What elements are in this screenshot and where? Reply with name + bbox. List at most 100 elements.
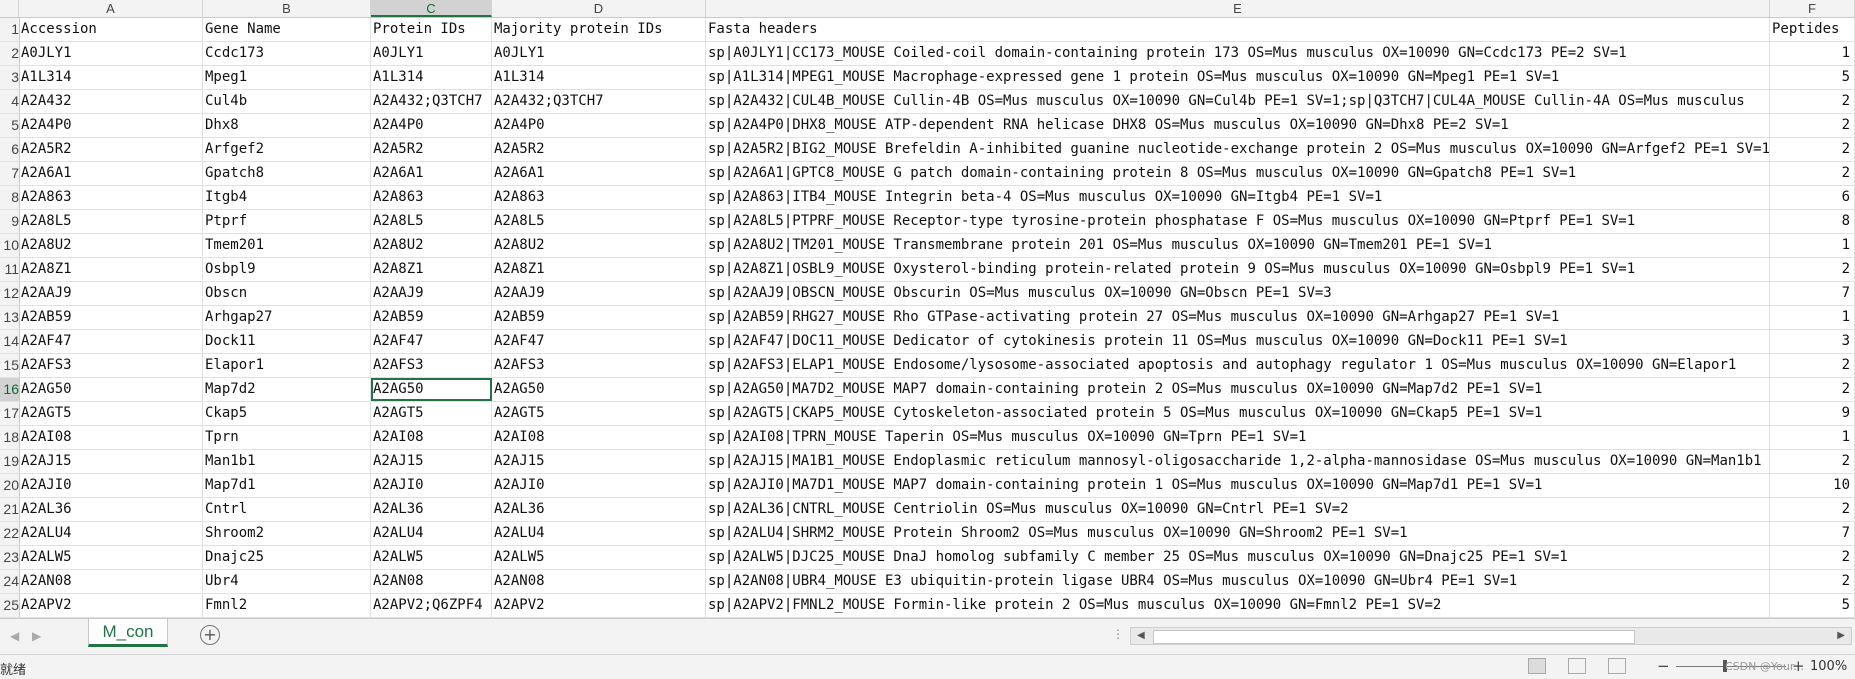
row-number[interactable]: 24 — [0, 570, 20, 593]
row-number[interactable]: 21 — [0, 498, 20, 521]
table-cell[interactable]: A2A6A1 — [492, 162, 706, 185]
table-cell[interactable]: Gpatch8 — [203, 162, 371, 185]
table-cell[interactable]: A2AI08 — [371, 426, 492, 449]
table-cell[interactable]: A2A6A1 — [371, 162, 492, 185]
table-cell[interactable]: A2A5R2 — [19, 138, 203, 161]
row-number[interactable]: 16 — [0, 378, 20, 401]
table-cell[interactable]: 2 — [1770, 90, 1855, 113]
column-header-c[interactable]: C — [371, 0, 492, 17]
table-cell[interactable]: 1 — [1770, 42, 1855, 65]
table-cell[interactable]: A2AN08 — [19, 570, 203, 593]
table-cell[interactable]: Ccdc173 — [203, 42, 371, 65]
table-cell[interactable]: 2 — [1770, 378, 1855, 401]
row-number[interactable]: 19 — [0, 450, 20, 473]
header-cell[interactable]: Majority protein IDs — [492, 18, 706, 41]
table-cell[interactable]: 5 — [1770, 66, 1855, 89]
table-cell[interactable]: A2APV2 — [492, 594, 706, 617]
table-cell[interactable]: A2A4P0 — [371, 114, 492, 137]
table-cell[interactable]: A2A4P0 — [492, 114, 706, 137]
table-cell[interactable]: 9 — [1770, 402, 1855, 425]
table-cell[interactable]: sp|A2A863|ITB4_MOUSE Integrin beta-4 OS=… — [706, 186, 1770, 209]
column-header-e[interactable]: E — [706, 0, 1770, 17]
table-cell[interactable]: 8 — [1770, 210, 1855, 233]
table-cell[interactable]: A2AJ15 — [371, 450, 492, 473]
table-cell[interactable]: A2A8L5 — [492, 210, 706, 233]
column-header-f[interactable]: F — [1770, 0, 1855, 17]
table-cell[interactable]: A2AN08 — [371, 570, 492, 593]
table-cell[interactable]: A2AF47 — [371, 330, 492, 353]
row-number[interactable]: 25 — [0, 594, 20, 617]
table-cell[interactable]: 3 — [1770, 330, 1855, 353]
table-cell[interactable]: Osbpl9 — [203, 258, 371, 281]
row-number[interactable]: 4 — [0, 90, 20, 113]
table-cell[interactable]: sp|A2AB59|RHG27_MOUSE Rho GTPase-activat… — [706, 306, 1770, 329]
row-number[interactable]: 22 — [0, 522, 20, 545]
table-cell[interactable]: Dhx8 — [203, 114, 371, 137]
header-cell[interactable]: Accession — [19, 18, 203, 41]
table-cell[interactable]: sp|A2AJ15|MA1B1_MOUSE Endoplasmic reticu… — [706, 450, 1770, 473]
table-cell[interactable]: Ckap5 — [203, 402, 371, 425]
table-cell[interactable]: Dnajc25 — [203, 546, 371, 569]
table-cell[interactable]: sp|A2A8Z1|OSBL9_MOUSE Oxysterol-binding … — [706, 258, 1770, 281]
table-cell[interactable]: A2A8Z1 — [19, 258, 203, 281]
table-cell[interactable]: Dock11 — [203, 330, 371, 353]
table-cell[interactable]: Obscn — [203, 282, 371, 305]
header-cell[interactable]: Gene Name — [203, 18, 371, 41]
table-cell[interactable]: A2AJI0 — [371, 474, 492, 497]
table-cell[interactable]: A2A8U2 — [19, 234, 203, 257]
table-cell[interactable]: A2ALU4 — [492, 522, 706, 545]
table-cell[interactable]: 1 — [1770, 426, 1855, 449]
table-cell[interactable]: A2ALU4 — [19, 522, 203, 545]
row-number[interactable]: 5 — [0, 114, 20, 137]
zoom-out-icon[interactable]: − — [1657, 657, 1670, 675]
column-header-a[interactable]: A — [19, 0, 203, 17]
table-cell[interactable]: A2ALW5 — [19, 546, 203, 569]
row-number[interactable]: 2 — [0, 42, 20, 65]
row-number[interactable]: 6 — [0, 138, 20, 161]
row-number[interactable]: 23 — [0, 546, 20, 569]
table-cell[interactable]: A2A863 — [492, 186, 706, 209]
table-cell[interactable]: sp|A2AI08|TPRN_MOUSE Taperin OS=Mus musc… — [706, 426, 1770, 449]
table-cell[interactable]: 2 — [1770, 546, 1855, 569]
page-layout-view-icon[interactable] — [1568, 658, 1586, 674]
table-cell[interactable]: A2A8U2 — [371, 234, 492, 257]
table-cell[interactable]: A2A8L5 — [19, 210, 203, 233]
active-cell[interactable]: A2AG50 — [371, 378, 492, 401]
table-cell[interactable]: Map7d2 — [203, 378, 371, 401]
table-cell[interactable]: sp|A2ALW5|DJC25_MOUSE DnaJ homolog subfa… — [706, 546, 1770, 569]
table-cell[interactable]: A2ALW5 — [492, 546, 706, 569]
table-cell[interactable]: A2AB59 — [492, 306, 706, 329]
row-number[interactable]: 14 — [0, 330, 20, 353]
table-cell[interactable]: A2AI08 — [492, 426, 706, 449]
table-cell[interactable]: Arhgap27 — [203, 306, 371, 329]
table-cell[interactable]: A2ALU4 — [371, 522, 492, 545]
table-cell[interactable]: A2A432;Q3TCH7 — [371, 90, 492, 113]
table-cell[interactable]: A2AF47 — [19, 330, 203, 353]
table-cell[interactable]: A2AG50 — [19, 378, 203, 401]
table-cell[interactable]: A2AJ15 — [492, 450, 706, 473]
table-cell[interactable]: 2 — [1770, 114, 1855, 137]
header-cell[interactable]: Peptides — [1770, 18, 1855, 41]
table-cell[interactable]: sp|A2A432|CUL4B_MOUSE Cullin-4B OS=Mus m… — [706, 90, 1770, 113]
table-cell[interactable]: 6 — [1770, 186, 1855, 209]
tab-splitter-icon[interactable]: ⋮ — [1112, 627, 1124, 641]
table-cell[interactable]: Arfgef2 — [203, 138, 371, 161]
table-cell[interactable]: A2AAJ9 — [371, 282, 492, 305]
table-cell[interactable]: A2ALW5 — [371, 546, 492, 569]
table-cell[interactable]: sp|A0JLY1|CC173_MOUSE Coiled-coil domain… — [706, 42, 1770, 65]
table-cell[interactable]: 2 — [1770, 570, 1855, 593]
table-cell[interactable]: Cntrl — [203, 498, 371, 521]
row-number[interactable]: 8 — [0, 186, 20, 209]
add-sheet-icon[interactable]: + — [200, 625, 220, 645]
table-cell[interactable]: sp|A2A4P0|DHX8_MOUSE ATP-dependent RNA h… — [706, 114, 1770, 137]
scroll-left-icon[interactable]: ◀ — [1137, 628, 1145, 644]
table-cell[interactable]: sp|A2APV2|FMNL2_MOUSE Formin-like protei… — [706, 594, 1770, 617]
table-cell[interactable]: A2AB59 — [371, 306, 492, 329]
row-number[interactable]: 1 — [0, 18, 20, 41]
row-number[interactable]: 11 — [0, 258, 20, 281]
table-cell[interactable]: A0JLY1 — [19, 42, 203, 65]
table-cell[interactable]: sp|A2A6A1|GPTC8_MOUSE G patch domain-con… — [706, 162, 1770, 185]
table-cell[interactable]: A2A432 — [19, 90, 203, 113]
row-number[interactable]: 17 — [0, 402, 20, 425]
table-cell[interactable]: A2AFS3 — [19, 354, 203, 377]
